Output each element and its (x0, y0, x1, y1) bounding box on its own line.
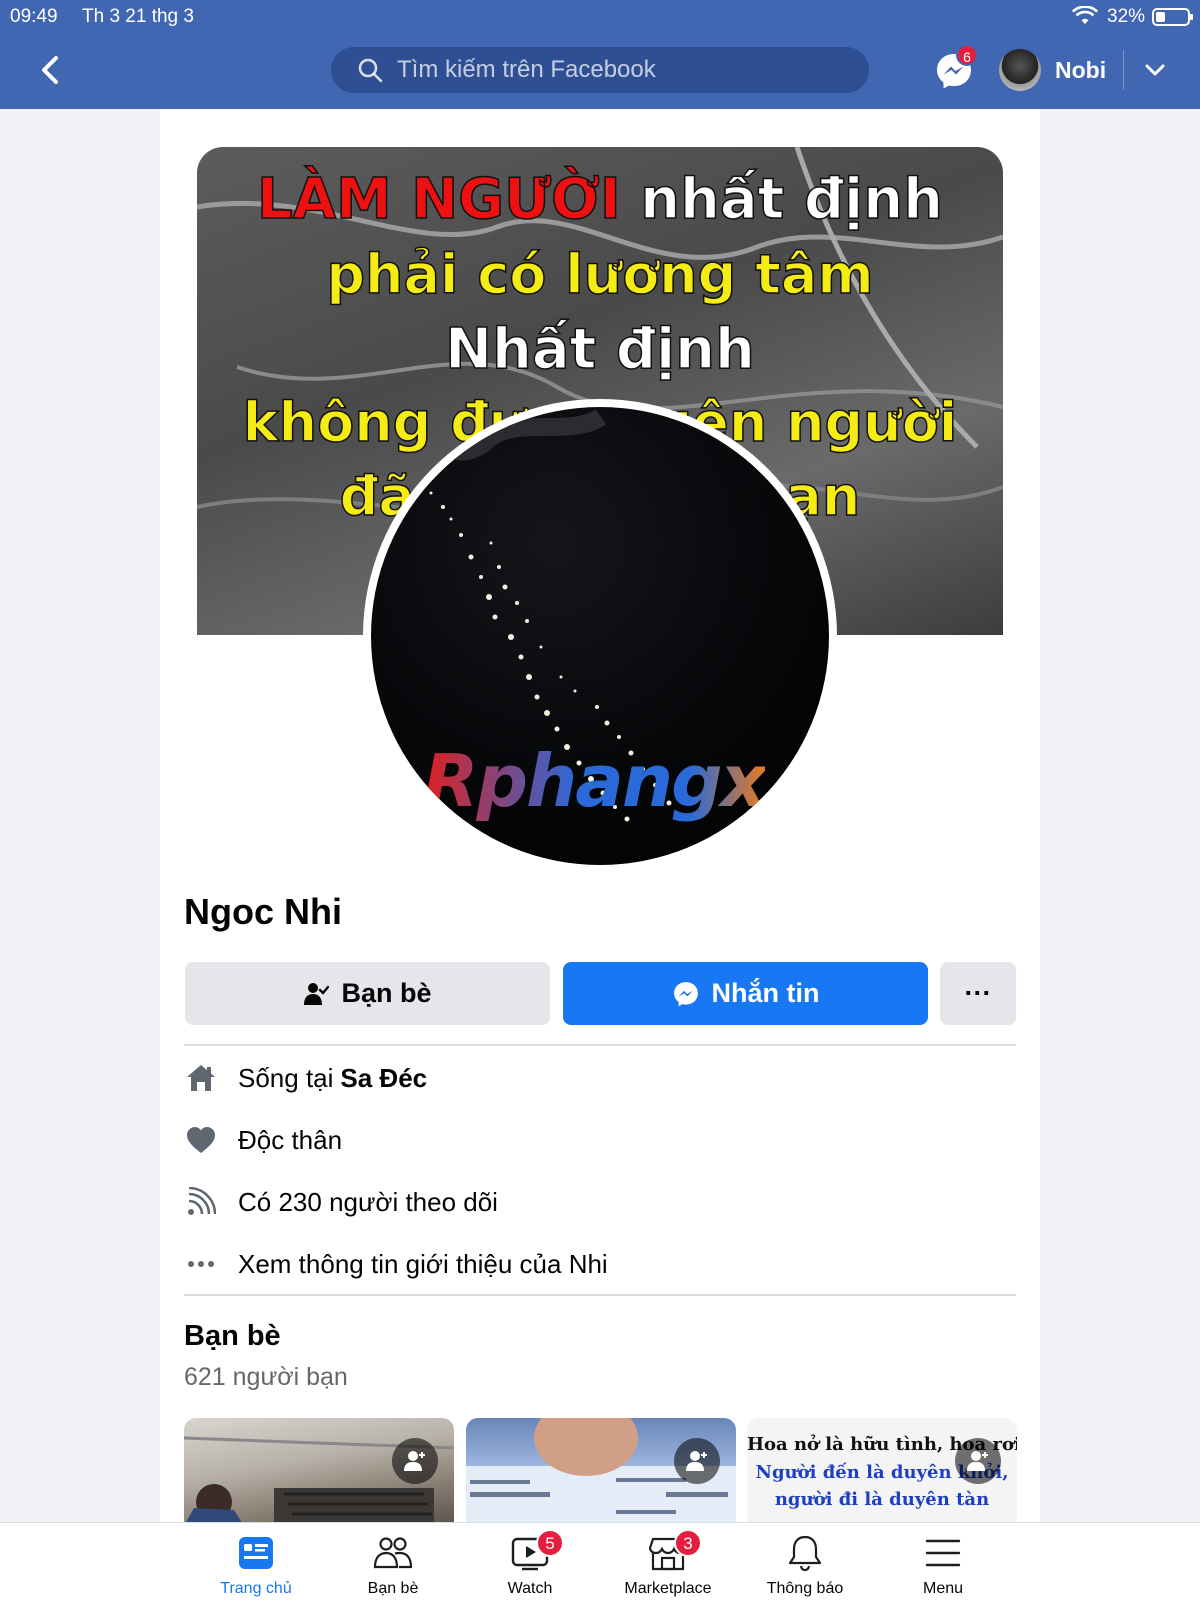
status-date: Th 3 21 thg 3 (82, 6, 194, 27)
heart-icon (184, 1123, 218, 1157)
tab-home[interactable]: Trang chủ (196, 1523, 316, 1600)
info-about-link[interactable]: Xem thông tin giới thiệu của Nhi (238, 1249, 608, 1280)
status-time: 09:49 (10, 6, 58, 27)
messenger-badge: 6 (956, 44, 978, 66)
rss-icon (184, 1185, 218, 1219)
friends-status-label: Bạn bè (341, 978, 432, 1008)
tab-menu[interactable]: Menu (883, 1523, 1003, 1600)
search-icon (358, 58, 383, 83)
tab-home-label: Trang chủ (220, 1580, 292, 1597)
current-user-avatar[interactable] (999, 49, 1041, 91)
info-row-location: Sống tại Sa Đéc (184, 1058, 427, 1098)
tab-marketplace-label: Marketplace (624, 1580, 712, 1597)
more-actions-button[interactable]: ··· (940, 962, 1016, 1025)
info-row-followers: Có 230 người theo dõi (184, 1182, 498, 1222)
info-row-relationship: Độc thân (184, 1120, 342, 1160)
add-friend-icon[interactable] (674, 1438, 720, 1484)
friends-section-title: Bạn bè (184, 1320, 281, 1352)
home-icon (184, 1061, 218, 1095)
info-location-value[interactable]: Sa Đéc (340, 1063, 427, 1094)
message-button-label: Nhắn tin (711, 978, 820, 1008)
friends-icon (373, 1537, 413, 1569)
cover-line-1: LÀM NGƯỜI nhất định (197, 166, 1003, 233)
more-dots-icon: ··· (964, 978, 992, 1008)
tab-friends-label: Bạn bè (367, 1580, 419, 1597)
search-input[interactable] (397, 56, 837, 84)
info-location-text: Sống tại (238, 1062, 334, 1093)
tab-marketplace[interactable]: 3 Marketplace (608, 1523, 728, 1600)
avatar-watermark: Rphangx (423, 739, 767, 823)
home-feed-icon (239, 1537, 273, 1569)
info-row-about[interactable]: Xem thông tin giới thiệu của Nhi (184, 1244, 608, 1284)
tab-watch[interactable]: 5 Watch (470, 1523, 590, 1600)
back-arrow-icon[interactable] (36, 52, 64, 88)
friends-count: 621 người bạn (184, 1363, 348, 1391)
divider (184, 1044, 1016, 1046)
cover-line-3: Nhất định (444, 316, 755, 383)
friend-thumb-text-3: người đi là duyên tàn (774, 1489, 990, 1510)
tab-marketplace-badge: 3 (674, 1529, 702, 1557)
tab-menu-label: Menu (922, 1580, 964, 1597)
search-bar[interactable] (331, 47, 869, 93)
tab-watch-badge: 5 (536, 1529, 564, 1557)
bottom-tab-bar: Trang chủ Bạn bè 5 Watch 3 Marketplace T… (0, 1522, 1200, 1600)
wifi-icon (1072, 6, 1098, 24)
divider (184, 1294, 1016, 1296)
bell-icon (788, 1535, 822, 1572)
messenger-icon (673, 981, 698, 1006)
top-navigation-bar: 09:49 Th 3 21 thg 3 32% 6 Nobi (0, 0, 1200, 109)
more-dots-icon (184, 1247, 218, 1281)
chevron-down-icon[interactable] (1143, 58, 1167, 82)
header-divider (1123, 50, 1124, 90)
profile-name: Ngoc Nhi (184, 891, 342, 932)
tab-friends[interactable]: Bạn bè (333, 1523, 453, 1600)
menu-icon (925, 1539, 961, 1567)
tab-notifications-label: Thông báo (766, 1580, 844, 1597)
tab-notifications[interactable]: Thông báo (745, 1523, 865, 1600)
friend-check-icon (304, 982, 330, 1005)
add-friend-icon[interactable] (392, 1438, 438, 1484)
info-followers-text: Có 230 người theo dõi (238, 1186, 498, 1217)
friend-thumbnail[interactable] (466, 1418, 736, 1526)
current-user-name[interactable]: Nobi (1055, 57, 1106, 84)
cover-line-1-red: LÀM NGƯỜI (256, 166, 621, 233)
cover-line-1-white: nhất định (639, 166, 943, 233)
profile-avatar[interactable]: Rphangx (371, 407, 829, 865)
message-button[interactable]: Nhắn tin (563, 962, 928, 1025)
status-bar: 09:49 Th 3 21 thg 3 32% (0, 0, 1200, 34)
add-friend-icon[interactable] (955, 1438, 1001, 1484)
battery-icon (1152, 8, 1193, 26)
battery-percent: 32% (1107, 6, 1146, 27)
tab-watch-label: Watch (507, 1580, 553, 1597)
friend-thumbnail[interactable] (184, 1418, 454, 1526)
info-relationship-text: Độc thân (238, 1124, 343, 1155)
friends-status-button[interactable]: Bạn bè (185, 962, 550, 1025)
cover-line-2: phải có lương tâm (326, 242, 875, 307)
friend-thumbnail[interactable]: Hoa nở là hữu tình, hoa rơi là vô ý Ngườ… (747, 1418, 1017, 1526)
